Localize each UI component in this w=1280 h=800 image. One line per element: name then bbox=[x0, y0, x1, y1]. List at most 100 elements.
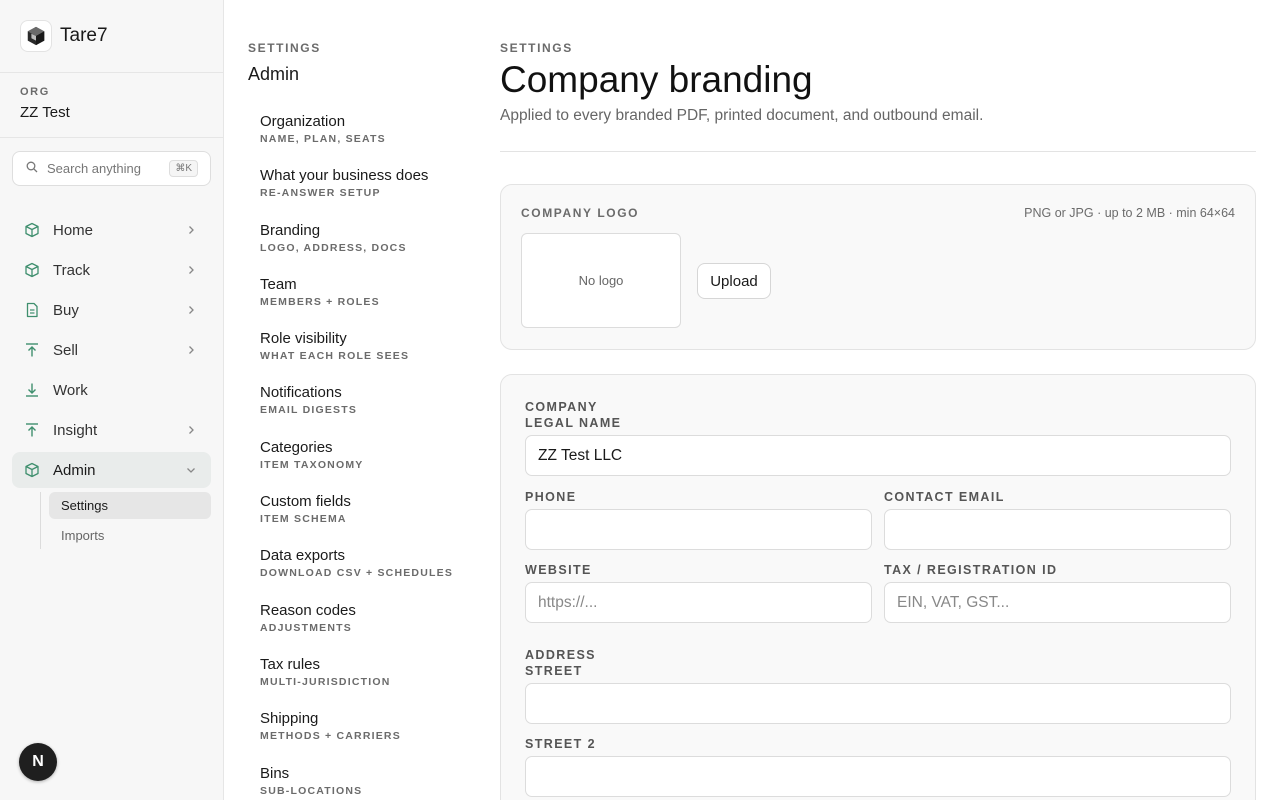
settings-list: Organization NAME, PLAN, SEATS What your … bbox=[260, 113, 480, 800]
company-form-card: COMPANY LEGAL NAME PHONE CONTACT EMAIL W… bbox=[500, 374, 1256, 800]
nav-label: Insight bbox=[53, 421, 98, 439]
settings-item-subtitle: MULTI-JURISDICTION bbox=[260, 675, 391, 688]
nav-label: Home bbox=[53, 221, 94, 239]
settings-item-title: Custom fields bbox=[260, 493, 351, 511]
nav-item-admin[interactable]: Admin bbox=[12, 452, 211, 488]
chevron-right-icon bbox=[189, 346, 194, 354]
settings-item-subtitle: LOGO, ADDRESS, DOCS bbox=[260, 241, 407, 254]
settings-item-role-visibility[interactable]: Role visibility WHAT EACH ROLE SEES bbox=[260, 330, 480, 384]
settings-eyebrow: SETTINGS bbox=[248, 41, 321, 55]
settings-item-title: Shipping bbox=[260, 710, 319, 728]
legal-name-label: LEGAL NAME bbox=[525, 416, 622, 430]
tax-id-input[interactable] bbox=[884, 582, 1231, 623]
user-avatar[interactable]: N bbox=[19, 743, 57, 781]
phone-input[interactable] bbox=[525, 509, 872, 550]
settings-item-data-exports[interactable]: Data exports DOWNLOAD CSV + SCHEDULES bbox=[260, 547, 480, 601]
settings-item-shipping[interactable]: Shipping METHODS + CARRIERS bbox=[260, 710, 480, 764]
street-input[interactable] bbox=[525, 683, 1231, 724]
settings-item-title: Role visibility bbox=[260, 330, 347, 348]
search-shortcut: ⌘K bbox=[169, 160, 198, 177]
contact-email-label: CONTACT EMAIL bbox=[884, 490, 1005, 504]
nav-item-insight[interactable]: Insight bbox=[12, 412, 211, 448]
nav-label: Sell bbox=[53, 341, 79, 359]
cube-icon bbox=[24, 222, 40, 238]
settings-item-subtitle: ADJUSTMENTS bbox=[260, 621, 352, 634]
chevron-right-icon bbox=[189, 266, 194, 274]
subnav-item-imports[interactable]: Imports bbox=[49, 522, 211, 549]
nav-item-sell[interactable]: Sell bbox=[12, 332, 211, 368]
company-section-label: COMPANY bbox=[525, 400, 598, 414]
website-label: WEBSITE bbox=[525, 563, 592, 577]
upload-button[interactable]: Upload bbox=[697, 263, 771, 299]
settings-item-title: What your business does bbox=[260, 167, 429, 185]
no-logo-text: No logo bbox=[578, 273, 624, 288]
nav-label: Track bbox=[53, 261, 90, 279]
org-label: ORG bbox=[20, 86, 50, 98]
settings-item-subtitle: SUB-LOCATIONS bbox=[260, 784, 363, 797]
org-name: ZZ Test bbox=[20, 104, 70, 121]
settings-item-business[interactable]: What your business does RE-ANSWER SETUP bbox=[260, 167, 480, 221]
cube-logo-icon bbox=[20, 20, 52, 52]
street2-input[interactable] bbox=[525, 756, 1231, 797]
settings-item-organization[interactable]: Organization NAME, PLAN, SEATS bbox=[260, 113, 480, 167]
page-description: Applied to every branded PDF, printed do… bbox=[500, 107, 984, 124]
phone-label: PHONE bbox=[525, 490, 577, 504]
logo-hint: PNG or JPG · up to 2 MB · min 64×64 bbox=[1024, 206, 1235, 220]
legal-name-input[interactable] bbox=[525, 435, 1231, 476]
settings-item-categories[interactable]: Categories ITEM TAXONOMY bbox=[260, 439, 480, 493]
settings-item-team[interactable]: Team MEMBERS + ROLES bbox=[260, 276, 480, 330]
nav-item-track[interactable]: Track bbox=[12, 252, 211, 288]
website-input[interactable] bbox=[525, 582, 872, 623]
org-switcher[interactable]: ORG ZZ Test bbox=[0, 73, 223, 138]
settings-item-subtitle: RE-ANSWER SETUP bbox=[260, 187, 381, 200]
street-label: STREET bbox=[525, 664, 583, 678]
upload-icon bbox=[24, 342, 40, 358]
search-box[interactable]: Search anything ⌘K bbox=[12, 151, 211, 186]
settings-item-reason-codes[interactable]: Reason codes ADJUSTMENTS bbox=[260, 602, 480, 656]
cube-icon bbox=[24, 462, 40, 478]
settings-item-title: Organization bbox=[260, 113, 346, 130]
settings-item-notifications[interactable]: Notifications EMAIL DIGESTS bbox=[260, 384, 480, 438]
search-placeholder: Search anything bbox=[47, 161, 141, 176]
brand[interactable]: Tare7 bbox=[0, 0, 223, 73]
logo-preview: No logo bbox=[521, 233, 681, 328]
settings-item-tax-rules[interactable]: Tax rules MULTI-JURISDICTION bbox=[260, 656, 480, 710]
settings-item-subtitle: ITEM SCHEMA bbox=[260, 513, 347, 526]
settings-item-title: Data exports bbox=[260, 547, 346, 565]
cube-icon bbox=[24, 262, 40, 278]
chevron-right-icon bbox=[189, 306, 194, 314]
chevron-right-icon bbox=[189, 226, 194, 234]
nav-item-work[interactable]: Work bbox=[12, 372, 211, 408]
chevron-right-icon bbox=[189, 426, 194, 434]
settings-item-title: Categories bbox=[260, 438, 333, 456]
nav-item-buy[interactable]: Buy bbox=[12, 292, 211, 328]
admin-subnav: Settings Imports bbox=[40, 492, 211, 549]
settings-item-title: Tax rules bbox=[260, 655, 321, 673]
download-icon bbox=[24, 382, 40, 398]
nav-label: Admin bbox=[53, 461, 96, 479]
settings-item-subtitle: EMAIL DIGESTS bbox=[260, 404, 358, 417]
logo-label: COMPANY LOGO bbox=[521, 206, 640, 220]
settings-item-custom-fields[interactable]: Custom fields ITEM SCHEMA bbox=[260, 493, 480, 547]
settings-item-bins[interactable]: Bins SUB-LOCATIONS bbox=[260, 765, 480, 800]
subnav-item-settings[interactable]: Settings bbox=[49, 492, 211, 519]
logo-card: COMPANY LOGO PNG or JPG · up to 2 MB · m… bbox=[500, 184, 1256, 350]
settings-item-title: Branding bbox=[260, 221, 321, 239]
settings-item-title: Bins bbox=[260, 764, 290, 782]
app-name: Tare7 bbox=[60, 25, 108, 46]
sidebar: Tare7 ORG ZZ Test Search anything ⌘K Hom… bbox=[0, 0, 224, 800]
settings-item-branding[interactable]: Branding LOGO, ADDRESS, DOCS bbox=[260, 222, 480, 276]
document-icon bbox=[24, 302, 40, 318]
nav-label: Work bbox=[53, 381, 88, 399]
contact-email-input[interactable] bbox=[884, 509, 1231, 550]
settings-item-subtitle: WHAT EACH ROLE SEES bbox=[260, 350, 410, 363]
settings-item-subtitle: METHODS + CARRIERS bbox=[260, 730, 401, 743]
tax-id-label: TAX / REGISTRATION ID bbox=[884, 563, 1058, 577]
settings-item-title: Reason codes bbox=[260, 601, 356, 619]
search-icon bbox=[26, 160, 38, 178]
divider bbox=[500, 151, 1256, 152]
page-eyebrow: SETTINGS bbox=[500, 41, 573, 55]
settings-item-subtitle: NAME, PLAN, SEATS bbox=[260, 133, 386, 145]
upload-icon bbox=[24, 422, 40, 438]
nav-item-home[interactable]: Home bbox=[12, 212, 211, 248]
